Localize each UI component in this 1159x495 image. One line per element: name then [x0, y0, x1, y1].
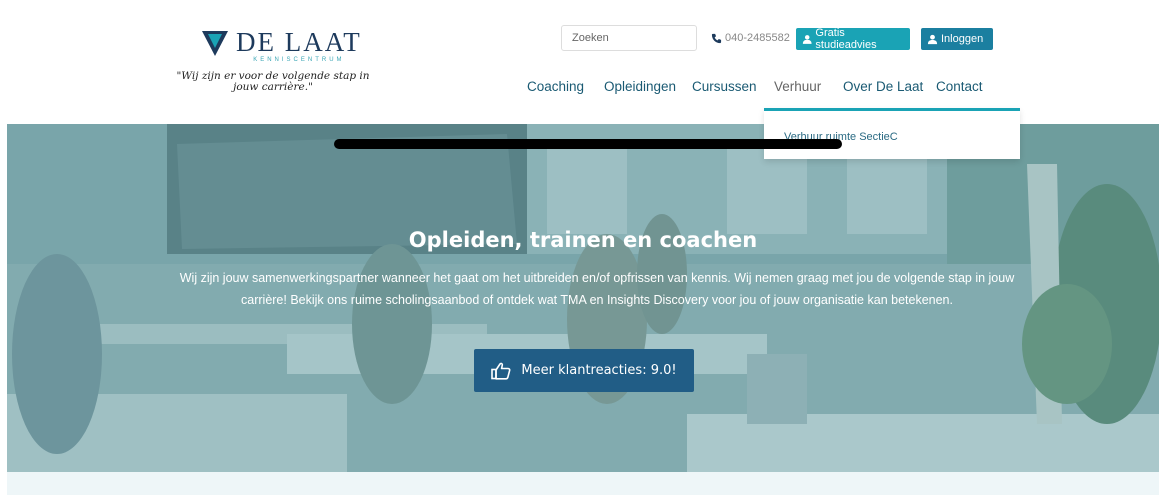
nav-item-over-de-laat[interactable]: Over De Laat	[843, 79, 923, 94]
hero-title: Opleiden, trainen en coachen	[408, 228, 758, 252]
nav-item-cursussen[interactable]: Cursussen	[692, 79, 757, 94]
logo[interactable]: DE LAAT KENNISCENTRUM	[200, 28, 362, 63]
brand-tagline: "Wij zijn er voor de volgende stap in jo…	[176, 70, 370, 93]
login-label: Inloggen	[941, 33, 984, 45]
hero-text: Wij zijn jouw samenwerkingspartner wanne…	[179, 271, 1015, 307]
nav-item-coaching[interactable]: Coaching	[527, 79, 584, 94]
content-band	[7, 472, 1159, 495]
klantreacties-button[interactable]: Meer klantreacties: 9.0!	[474, 349, 694, 392]
brand-name: DE LAAT	[236, 27, 362, 57]
verhuur-dropdown-menu: Verhuur ruimte SectieC	[764, 108, 1020, 159]
user-icon	[927, 34, 938, 44]
login-button[interactable]: Inloggen	[921, 28, 993, 50]
nav-item-opleidingen[interactable]: Opleidingen	[604, 79, 676, 94]
shield-logo-icon	[202, 31, 228, 56]
user-icon	[802, 34, 812, 44]
redaction-stroke	[334, 139, 842, 149]
hero-banner: Opleiden, trainen en coachen Wij zijn jo…	[7, 124, 1159, 472]
phone-link[interactable]: 040-2485582	[711, 32, 790, 44]
phone-number: 040-2485582	[725, 32, 790, 44]
nav-item-contact[interactable]: Contact	[936, 79, 983, 94]
search-input[interactable]	[561, 25, 697, 51]
klantreacties-label: Meer klantreacties: 9.0!	[521, 363, 677, 378]
studieadvies-label: Gratis studieadvies	[815, 27, 877, 51]
site-header: DE LAAT KENNISCENTRUM "Wij zijn er voor …	[0, 0, 1159, 124]
brand-subtitle: KENNISCENTRUM	[253, 57, 345, 63]
thumbs-up-icon	[491, 362, 511, 380]
phone-icon	[711, 33, 722, 43]
studieadvies-button[interactable]: Gratis studieadvies	[796, 27, 910, 51]
nav-item-verhuur[interactable]: Verhuur	[774, 79, 821, 94]
